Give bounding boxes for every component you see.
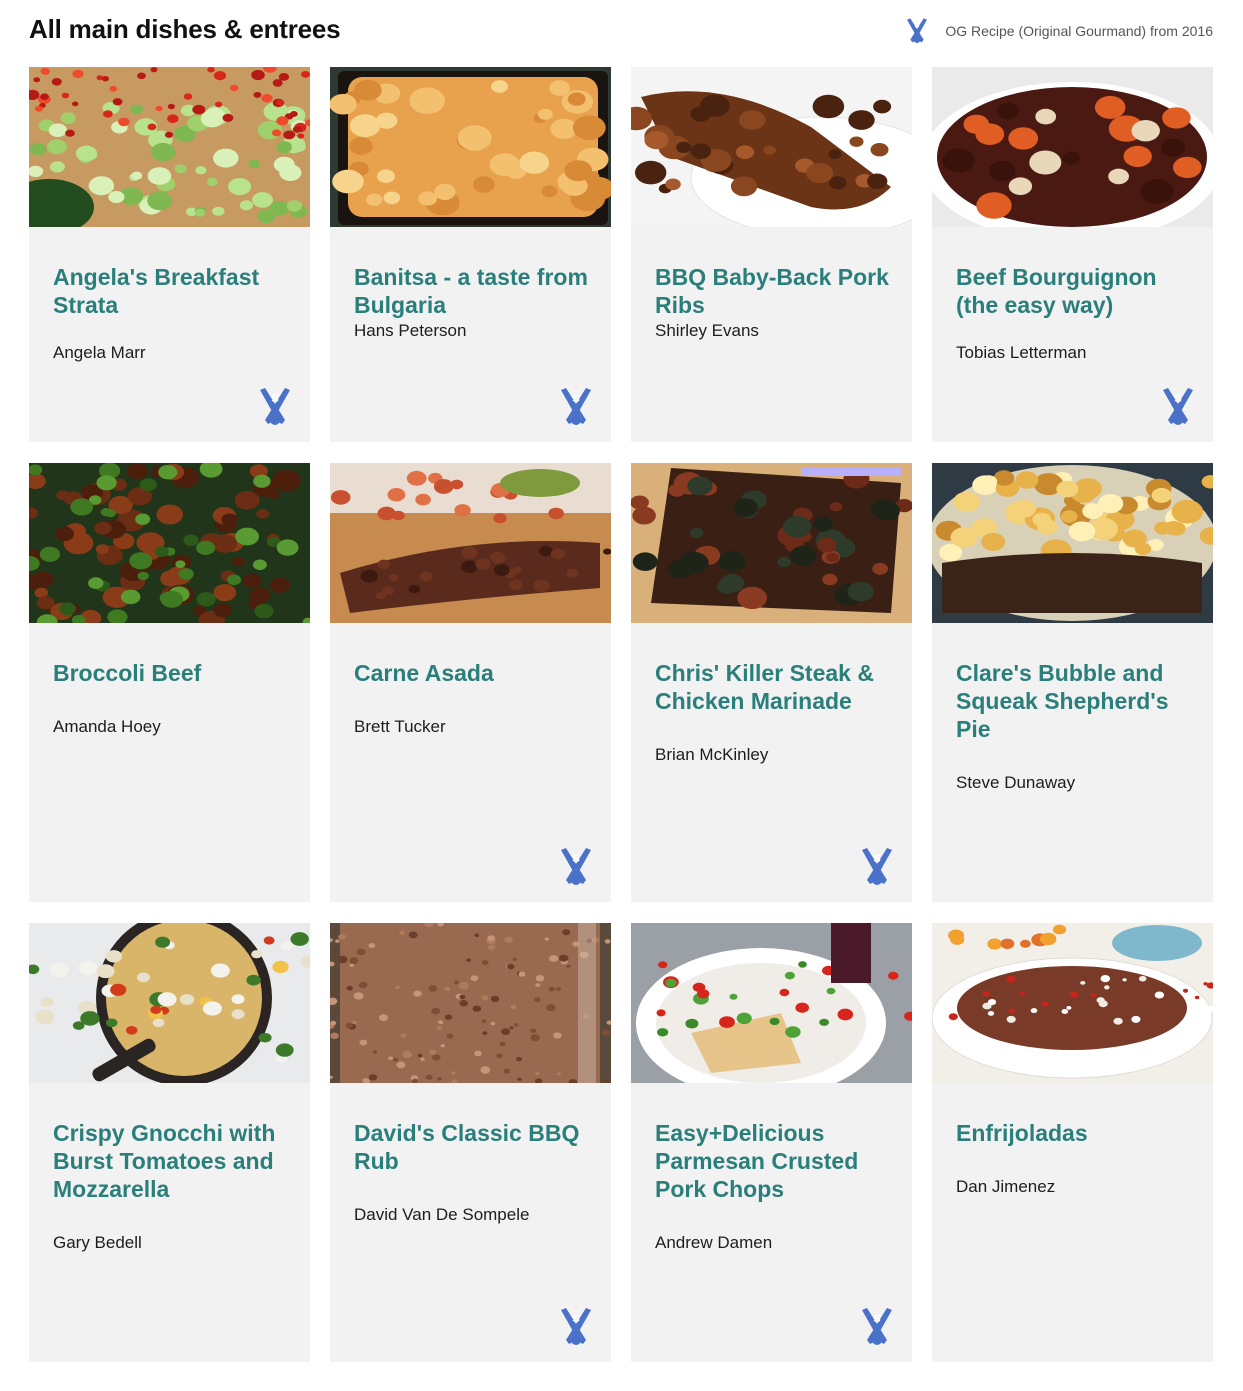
recipe-title[interactable]: Easy+Delicious Parmesan Crusted Pork Cho… — [655, 1119, 894, 1203]
pork-ribs-photo[interactable] — [631, 67, 912, 227]
beef-stew-photo[interactable] — [932, 67, 1213, 227]
recipe-title[interactable]: BBQ Baby-Back Pork Ribs — [655, 263, 894, 319]
recipe-author: Brett Tucker — [354, 717, 446, 736]
recipe-title[interactable]: Angela's Breakfast Strata — [53, 263, 292, 319]
recipe-author: Tobias Letterman — [956, 343, 1087, 362]
recipe-card[interactable]: Banitsa - a taste from Bulgaria Hans Pete… — [330, 67, 611, 442]
og-recipe-badge-icon: S — [254, 386, 296, 428]
recipe-title[interactable]: Chris' Killer Steak & Chicken Marinade — [655, 659, 894, 715]
recipe-title[interactable]: Enfrijoladas — [956, 1119, 1195, 1147]
og-recipe-badge-icon: S — [1157, 386, 1199, 428]
og-recipe-badge-icon: S — [903, 16, 931, 46]
recipe-author: Gary Bedell — [53, 1233, 142, 1252]
recipe-author: Andrew Damen — [655, 1233, 773, 1252]
recipe-title[interactable]: Clare's Bubble and Squeak Shepherd's Pie — [956, 659, 1195, 743]
svg-text:S: S — [271, 393, 278, 405]
marinade-bag-photo[interactable] — [631, 463, 912, 623]
svg-text:S: S — [873, 853, 880, 865]
recipe-card[interactable]: Broccoli Beef Amanda Hoey — [29, 463, 310, 902]
recipe-author: David Van De Sompele — [354, 1205, 530, 1224]
og-recipe-badge-icon: S — [555, 386, 597, 428]
recipe-card[interactable]: Angela's Breakfast Strata Angela Marr S — [29, 67, 310, 442]
recipe-author: Amanda Hoey — [53, 717, 161, 736]
recipe-author: Shirley Evans — [655, 321, 759, 340]
svg-text:S: S — [572, 853, 579, 865]
svg-text:S: S — [572, 1313, 579, 1325]
recipe-author: Brian McKinley — [655, 745, 769, 764]
shepherds-pie-photo[interactable] — [932, 463, 1213, 623]
gnocchi-skillet-photo[interactable] — [29, 923, 310, 1083]
page-title: All main dishes & entrees — [29, 14, 341, 44]
recipe-card[interactable]: Easy+Delicious Parmesan Crusted Pork Cho… — [631, 923, 912, 1362]
recipe-card[interactable]: Beef Bourguignon (the easy way) Tobias Le… — [932, 67, 1213, 442]
recipe-title[interactable]: Broccoli Beef — [53, 659, 292, 687]
recipe-card[interactable]: BBQ Baby-Back Pork Ribs Shirley Evans — [631, 67, 912, 442]
svg-text:S: S — [1174, 393, 1181, 405]
recipe-title[interactable]: Banitsa - a taste from Bulgaria — [354, 263, 593, 319]
recipe-card[interactable]: Enfrijoladas Dan Jimenez — [932, 923, 1213, 1362]
recipe-author: Dan Jimenez — [956, 1177, 1056, 1196]
recipe-title[interactable]: Crispy Gnocchi with Burst Tomatoes and M… — [53, 1119, 292, 1203]
recipe-author: Angela Marr — [53, 343, 146, 362]
svg-text:S: S — [873, 1313, 880, 1325]
bbq-rub-jar-photo[interactable] — [330, 923, 611, 1083]
recipe-card[interactable]: Clare's Bubble and Squeak Shepherd's Pie… — [932, 463, 1213, 902]
og-recipe-badge-icon: S — [555, 1306, 597, 1348]
recipe-title[interactable]: David's Classic BBQ Rub — [354, 1119, 593, 1175]
og-legend: S OG Recipe (Original Gourmand) from 201… — [903, 16, 1213, 46]
recipe-card[interactable]: Chris' Killer Steak & Chicken Marinade Br… — [631, 463, 912, 902]
grilled-steak-photo[interactable] — [330, 463, 611, 623]
recipe-author: Hans Peterson — [354, 321, 467, 340]
og-recipe-badge-icon: S — [856, 1306, 898, 1348]
og-legend-text: OG Recipe (Original Gourmand) from 2016 — [945, 23, 1213, 39]
recipe-title[interactable]: Beef Bourguignon (the easy way) — [956, 263, 1195, 319]
svg-text:S: S — [572, 393, 579, 405]
og-recipe-badge-icon: S — [555, 846, 597, 888]
og-recipe-badge-icon: S — [856, 846, 898, 888]
broccoli-beef-photo[interactable] — [29, 463, 310, 623]
pork-chops-plate-photo[interactable] — [631, 923, 912, 1083]
enfrijoladas-plate-photo[interactable] — [932, 923, 1213, 1083]
svg-text:S: S — [915, 21, 920, 30]
page-header: All main dishes & entrees S OG Recipe (O… — [29, 12, 1213, 52]
chopped-leeks-peppers-photo[interactable] — [29, 67, 310, 227]
recipe-author: Steve Dunaway — [956, 773, 1076, 792]
recipe-card[interactable]: Crispy Gnocchi with Burst Tomatoes and M… — [29, 923, 310, 1362]
recipe-card[interactable]: Carne Asada Brett Tucker S — [330, 463, 611, 902]
banitsa-pastry-photo[interactable] — [330, 67, 611, 227]
recipe-card[interactable]: David's Classic BBQ Rub David Van De Somp… — [330, 923, 611, 1362]
recipe-title[interactable]: Carne Asada — [354, 659, 593, 687]
